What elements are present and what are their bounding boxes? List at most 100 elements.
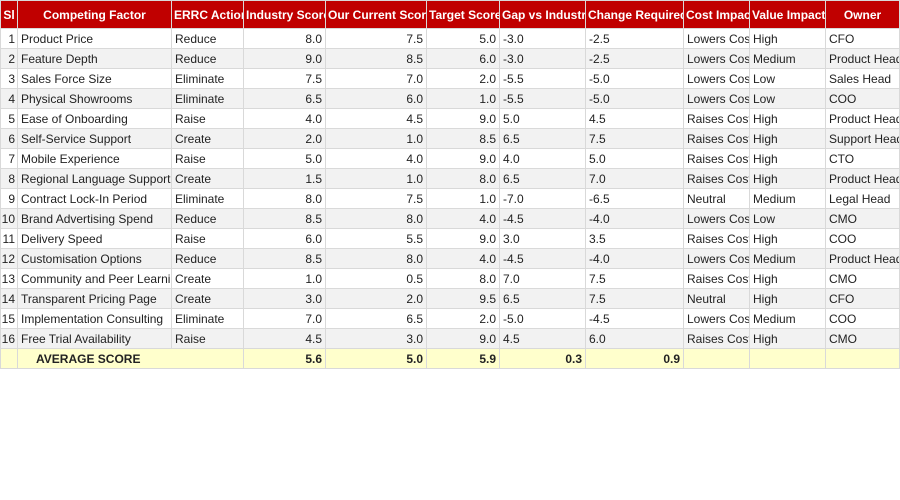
average-owner-cell[interactable] bbox=[825, 348, 900, 369]
industry-score-cell[interactable]: 2.0 bbox=[243, 128, 326, 149]
competing-factor-cell[interactable]: Customisation Options bbox=[17, 248, 172, 269]
gap-vs-industry-cell[interactable]: -4.5 bbox=[499, 208, 586, 229]
current-score-cell[interactable]: 1.0 bbox=[325, 168, 427, 189]
owner-cell[interactable]: CMO bbox=[825, 328, 900, 349]
gap-vs-industry-cell[interactable]: -5.5 bbox=[499, 68, 586, 89]
header-target-score[interactable]: Target Score bbox=[426, 0, 500, 29]
owner-cell[interactable]: CTO bbox=[825, 148, 900, 169]
errc-action-cell[interactable]: Raise bbox=[171, 228, 244, 249]
cost-impact-cell[interactable]: Raises Cost bbox=[683, 328, 750, 349]
competing-factor-cell[interactable]: Implementation Consulting bbox=[17, 308, 172, 329]
owner-cell[interactable]: CFO bbox=[825, 288, 900, 309]
competing-factor-cell[interactable]: Self-Service Support bbox=[17, 128, 172, 149]
value-impact-cell[interactable]: Medium bbox=[749, 248, 826, 269]
target-score-cell[interactable]: 1.0 bbox=[426, 88, 500, 109]
gap-vs-industry-cell[interactable]: -3.0 bbox=[499, 48, 586, 69]
competing-factor-cell[interactable]: Transparent Pricing Page bbox=[17, 288, 172, 309]
industry-score-cell[interactable]: 9.0 bbox=[243, 48, 326, 69]
industry-score-cell[interactable]: 6.5 bbox=[243, 88, 326, 109]
average-current-cell[interactable]: 5.0 bbox=[325, 348, 427, 369]
cost-impact-cell[interactable]: Raises Cost bbox=[683, 268, 750, 289]
gap-vs-industry-cell[interactable]: 4.5 bbox=[499, 328, 586, 349]
sl-cell[interactable]: 16 bbox=[0, 328, 18, 349]
current-score-cell[interactable]: 7.5 bbox=[325, 188, 427, 209]
value-impact-cell[interactable]: Low bbox=[749, 68, 826, 89]
value-impact-cell[interactable]: Medium bbox=[749, 188, 826, 209]
sl-cell[interactable]: 2 bbox=[0, 48, 18, 69]
target-score-cell[interactable]: 1.0 bbox=[426, 188, 500, 209]
current-score-cell[interactable]: 8.5 bbox=[325, 48, 427, 69]
errc-action-cell[interactable]: Raise bbox=[171, 108, 244, 129]
target-score-cell[interactable]: 9.0 bbox=[426, 108, 500, 129]
gap-vs-industry-cell[interactable]: -5.5 bbox=[499, 88, 586, 109]
gap-vs-industry-cell[interactable]: 6.5 bbox=[499, 288, 586, 309]
gap-vs-industry-cell[interactable]: 5.0 bbox=[499, 108, 586, 129]
gap-vs-industry-cell[interactable]: -3.0 bbox=[499, 28, 586, 49]
errc-action-cell[interactable]: Create bbox=[171, 288, 244, 309]
value-impact-cell[interactable]: High bbox=[749, 288, 826, 309]
sl-cell[interactable]: 14 bbox=[0, 288, 18, 309]
header-cost-impact[interactable]: Cost Impact bbox=[683, 0, 750, 29]
errc-action-cell[interactable]: Eliminate bbox=[171, 308, 244, 329]
average-target-cell[interactable]: 5.9 bbox=[426, 348, 500, 369]
cost-impact-cell[interactable]: Lowers Cost bbox=[683, 248, 750, 269]
value-impact-cell[interactable]: High bbox=[749, 328, 826, 349]
gap-vs-industry-cell[interactable]: 7.0 bbox=[499, 268, 586, 289]
industry-score-cell[interactable]: 5.0 bbox=[243, 148, 326, 169]
change-required-cell[interactable]: 7.5 bbox=[585, 268, 684, 289]
industry-score-cell[interactable]: 4.0 bbox=[243, 108, 326, 129]
errc-action-cell[interactable]: Reduce bbox=[171, 248, 244, 269]
owner-cell[interactable]: Product Head bbox=[825, 48, 900, 69]
change-required-cell[interactable]: -5.0 bbox=[585, 88, 684, 109]
errc-action-cell[interactable]: Reduce bbox=[171, 48, 244, 69]
owner-cell[interactable]: Support Head bbox=[825, 128, 900, 149]
errc-action-cell[interactable]: Reduce bbox=[171, 208, 244, 229]
gap-vs-industry-cell[interactable]: -7.0 bbox=[499, 188, 586, 209]
sl-cell[interactable]: 9 bbox=[0, 188, 18, 209]
header-industry-score[interactable]: Industry Score bbox=[243, 0, 326, 29]
average-label[interactable]: AVERAGE SCORE bbox=[17, 348, 244, 369]
cost-impact-cell[interactable]: Lowers Cost bbox=[683, 68, 750, 89]
sl-cell[interactable]: 1 bbox=[0, 28, 18, 49]
average-value-cell[interactable] bbox=[749, 348, 826, 369]
errc-action-cell[interactable]: Raise bbox=[171, 328, 244, 349]
current-score-cell[interactable]: 2.0 bbox=[325, 288, 427, 309]
value-impact-cell[interactable]: High bbox=[749, 268, 826, 289]
sl-cell[interactable]: 13 bbox=[0, 268, 18, 289]
current-score-cell[interactable]: 7.5 bbox=[325, 28, 427, 49]
errc-action-cell[interactable]: Reduce bbox=[171, 28, 244, 49]
current-score-cell[interactable]: 5.5 bbox=[325, 228, 427, 249]
sl-cell[interactable]: 10 bbox=[0, 208, 18, 229]
change-required-cell[interactable]: 4.5 bbox=[585, 108, 684, 129]
cost-impact-cell[interactable]: Lowers Cost bbox=[683, 308, 750, 329]
average-sl-cell[interactable] bbox=[0, 348, 18, 369]
owner-cell[interactable]: COO bbox=[825, 308, 900, 329]
header-value-impact[interactable]: Value Impact bbox=[749, 0, 826, 29]
competing-factor-cell[interactable]: Regional Language Support bbox=[17, 168, 172, 189]
gap-vs-industry-cell[interactable]: 3.0 bbox=[499, 228, 586, 249]
owner-cell[interactable]: COO bbox=[825, 228, 900, 249]
current-score-cell[interactable]: 1.0 bbox=[325, 128, 427, 149]
target-score-cell[interactable]: 5.0 bbox=[426, 28, 500, 49]
change-required-cell[interactable]: -6.5 bbox=[585, 188, 684, 209]
change-required-cell[interactable]: -4.5 bbox=[585, 308, 684, 329]
value-impact-cell[interactable]: Medium bbox=[749, 308, 826, 329]
owner-cell[interactable]: Product Head bbox=[825, 168, 900, 189]
industry-score-cell[interactable]: 4.5 bbox=[243, 328, 326, 349]
value-impact-cell[interactable]: High bbox=[749, 168, 826, 189]
current-score-cell[interactable]: 3.0 bbox=[325, 328, 427, 349]
owner-cell[interactable]: Product Head bbox=[825, 248, 900, 269]
owner-cell[interactable]: CMO bbox=[825, 268, 900, 289]
change-required-cell[interactable]: -2.5 bbox=[585, 28, 684, 49]
value-impact-cell[interactable]: Low bbox=[749, 208, 826, 229]
current-score-cell[interactable]: 8.0 bbox=[325, 248, 427, 269]
competing-factor-cell[interactable]: Brand Advertising Spend bbox=[17, 208, 172, 229]
cost-impact-cell[interactable]: Raises Cost bbox=[683, 128, 750, 149]
value-impact-cell[interactable]: High bbox=[749, 148, 826, 169]
industry-score-cell[interactable]: 6.0 bbox=[243, 228, 326, 249]
competing-factor-cell[interactable]: Mobile Experience bbox=[17, 148, 172, 169]
current-score-cell[interactable]: 8.0 bbox=[325, 208, 427, 229]
value-impact-cell[interactable]: Low bbox=[749, 88, 826, 109]
competing-factor-cell[interactable]: Ease of Onboarding bbox=[17, 108, 172, 129]
cost-impact-cell[interactable]: Lowers Cost bbox=[683, 48, 750, 69]
